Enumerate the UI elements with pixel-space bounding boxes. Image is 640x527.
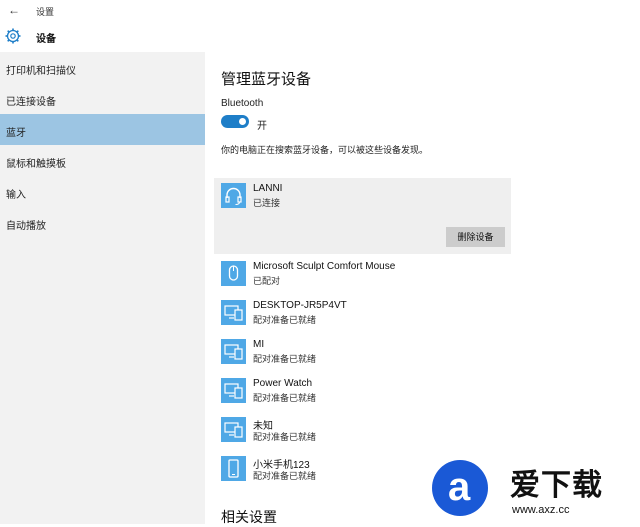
sidebar: 打印机和扫描仪 已连接设备 蓝牙 鼠标和触摸板 输入 自动播放 (0, 52, 205, 524)
device-status: 配对准备已就绪 (253, 354, 317, 364)
device-status: 已连接 (253, 198, 281, 208)
device-name: MI (253, 339, 265, 350)
phone-icon (221, 456, 246, 481)
device-item-desktop[interactable]: DESKTOP-JR5P4VT 配对准备已就绪 (221, 298, 521, 332)
main-content: 管理蓝牙设备 Bluetooth 开 你的电脑正在搜索蓝牙设备，可以被这些设备发… (205, 52, 640, 525)
logo-name: 爱下载 (510, 468, 603, 503)
gear-icon (5, 28, 21, 44)
sidebar-item-autoplay[interactable]: 自动播放 (0, 207, 205, 238)
back-arrow-icon[interactable]: ← (8, 3, 20, 17)
logo-letter: a (448, 465, 471, 509)
sidebar-item-printers[interactable]: 打印机和扫描仪 (0, 52, 205, 83)
discovery-status-text: 你的电脑正在搜索蓝牙设备，可以被这些设备发现。 (221, 145, 429, 155)
toggle-knob (239, 118, 246, 125)
remove-device-button[interactable]: 删除设备 (446, 227, 505, 247)
device-item-unknown[interactable]: 未知 配对准备已就绪 (221, 415, 521, 449)
computer-icon (221, 417, 246, 442)
sidebar-item-label: 蓝牙 (6, 128, 26, 139)
logo-url: www.axz.cc (512, 504, 570, 516)
sidebar-item-mouse-touchpad[interactable]: 鼠标和触摸板 (0, 145, 205, 176)
sidebar-item-bluetooth[interactable]: 蓝牙 (0, 114, 205, 145)
device-name: DESKTOP-JR5P4VT (253, 300, 347, 311)
device-name: LANNI (253, 183, 283, 194)
device-status: 配对准备已就绪 (253, 432, 317, 442)
computer-icon (221, 378, 246, 403)
mouse-icon (221, 261, 246, 286)
headset-icon (221, 183, 246, 208)
header-title: 设备 (36, 34, 56, 45)
device-name: Microsoft Sculpt Comfort Mouse (253, 261, 396, 272)
settings-header: 设备 (0, 22, 205, 52)
logo-circle-icon: a (432, 460, 488, 516)
computer-icon (221, 339, 246, 364)
sidebar-item-label: 打印机和扫描仪 (6, 66, 76, 77)
sidebar-item-typing[interactable]: 输入 (0, 176, 205, 207)
device-status: 已配对 (253, 276, 281, 286)
device-item-lanni[interactable]: LANNI 已连接 (221, 181, 521, 215)
bluetooth-label: Bluetooth (221, 98, 264, 109)
device-item-power-watch[interactable]: Power Watch 配对准备已就绪 (221, 376, 521, 410)
page-title: 管理蓝牙设备 (221, 71, 312, 88)
toggle-state-label: 开 (257, 121, 267, 132)
device-item-mi[interactable]: MI 配对准备已就绪 (221, 337, 521, 371)
computer-icon (221, 300, 246, 325)
watermark-logo: a 爱下载 www.axz.cc (430, 456, 640, 524)
window-title: 设置 (36, 7, 55, 17)
device-name: Power Watch (253, 378, 313, 389)
sidebar-item-label: 自动播放 (6, 221, 46, 232)
sidebar-item-connected-devices[interactable]: 已连接设备 (0, 83, 205, 114)
related-settings-heading: 相关设置 (221, 509, 277, 525)
sidebar-item-label: 鼠标和触摸板 (6, 159, 66, 170)
title-bar: ← 设置 (0, 0, 640, 22)
device-status: 配对准备已就绪 (253, 471, 317, 481)
bluetooth-toggle[interactable] (221, 115, 249, 128)
device-status: 配对准备已就绪 (253, 315, 317, 325)
device-status: 配对准备已就绪 (253, 393, 317, 403)
sidebar-item-label: 输入 (6, 190, 26, 201)
device-item-mouse[interactable]: Microsoft Sculpt Comfort Mouse 已配对 (221, 259, 521, 293)
sidebar-item-label: 已连接设备 (6, 97, 56, 108)
